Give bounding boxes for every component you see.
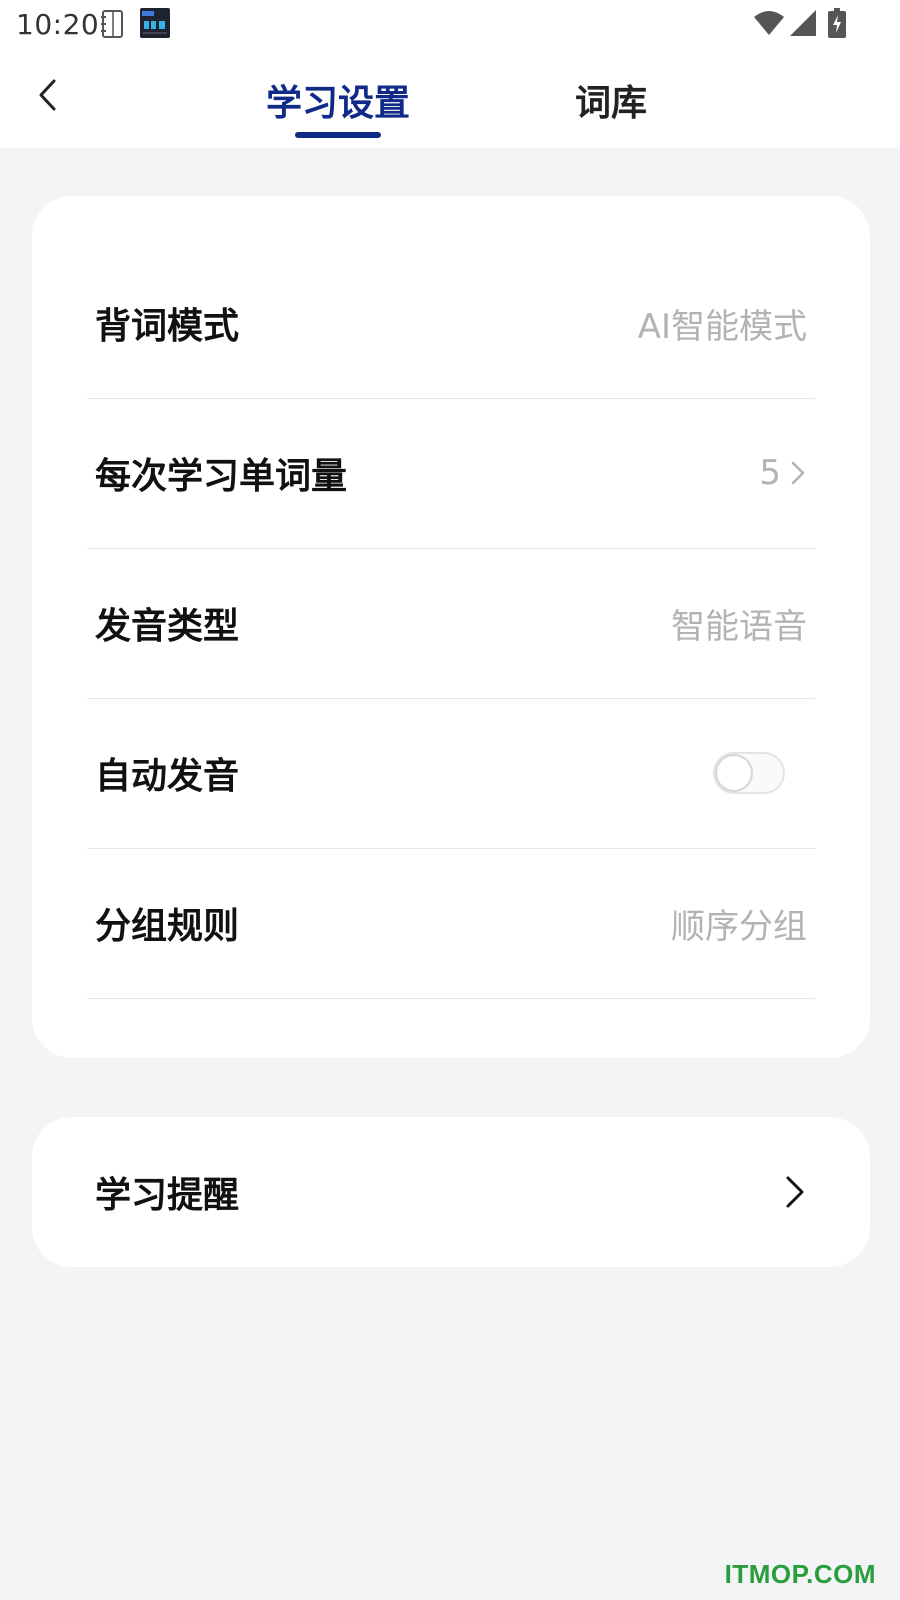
tab-lexicon[interactable]: 词库 bbox=[575, 74, 647, 124]
notebook-icon bbox=[101, 10, 123, 38]
row-value: 顺序分组 bbox=[671, 906, 807, 947]
back-button[interactable] bbox=[24, 72, 70, 118]
watermark: ITMOP.COM bbox=[724, 1559, 876, 1589]
battery-charging-icon bbox=[828, 8, 846, 38]
signal-icon bbox=[790, 10, 816, 36]
row-grouping-rule[interactable]: 分组规则 顺序分组 bbox=[87, 848, 815, 999]
toggle-knob bbox=[715, 754, 753, 792]
clock-app-icon bbox=[140, 8, 170, 38]
active-tab-indicator bbox=[295, 132, 381, 138]
chevron-right-icon bbox=[786, 1176, 804, 1208]
row-label: 分组规则 bbox=[95, 906, 240, 947]
row-value: 5 bbox=[759, 453, 781, 493]
status-time: 10:20 bbox=[16, 8, 100, 41]
chevron-right-icon bbox=[791, 461, 805, 485]
status-bar: 10:20 bbox=[0, 0, 900, 48]
row-words-per-session[interactable]: 每次学习单词量 5 bbox=[87, 398, 815, 549]
header: 学习设置 词库 bbox=[0, 48, 900, 148]
reminder-card: 学习提醒 bbox=[32, 1117, 870, 1267]
row-value-wrap: 5 bbox=[759, 453, 815, 493]
row-auto-pronounce: 自动发音 bbox=[87, 698, 815, 849]
row-label: 背词模式 bbox=[95, 306, 240, 347]
tab-learning-settings[interactable]: 学习设置 bbox=[266, 74, 410, 124]
row-label: 自动发音 bbox=[95, 756, 240, 797]
row-label: 学习提醒 bbox=[95, 1175, 240, 1216]
auto-pronounce-toggle[interactable] bbox=[713, 752, 785, 794]
row-voice-type[interactable]: 发音类型 智能语音 bbox=[87, 548, 815, 699]
row-value: AI智能模式 bbox=[637, 306, 807, 347]
row-memorize-mode[interactable]: 背词模式 AI智能模式 bbox=[87, 248, 815, 399]
wifi-icon bbox=[754, 11, 784, 35]
row-label: 发音类型 bbox=[95, 606, 240, 647]
row-label: 每次学习单词量 bbox=[95, 456, 348, 497]
row-value: 智能语音 bbox=[671, 606, 807, 647]
settings-card: 背词模式 AI智能模式 每次学习单词量 5 发音类型 智能语音 自动发音 分组规… bbox=[32, 196, 870, 1058]
row-study-reminder[interactable]: 学习提醒 bbox=[87, 1117, 815, 1267]
chevron-left-icon bbox=[39, 79, 56, 111]
